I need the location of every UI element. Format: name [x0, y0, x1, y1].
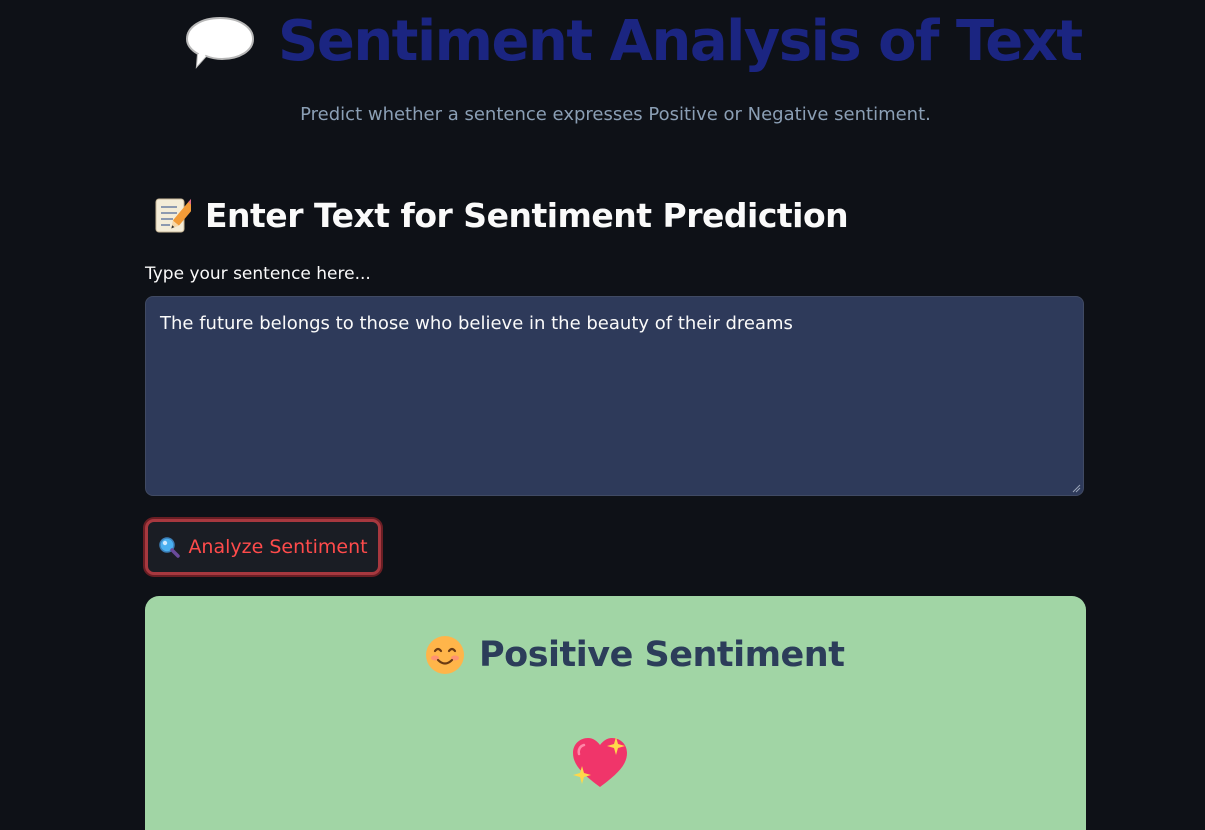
app-page: Sentiment Analysis of Text Predict wheth… — [0, 0, 1205, 830]
memo-icon — [155, 198, 191, 233]
speech-balloon-icon — [185, 16, 255, 69]
page-header: Sentiment Analysis of Text Predict wheth… — [0, 0, 1205, 150]
textarea-label: Type your sentence here... — [145, 264, 371, 284]
result-card: Positive Sentiment — [145, 596, 1086, 830]
result-heading: Positive Sentiment — [425, 630, 845, 680]
magnifying-glass-icon — [159, 537, 181, 558]
smiling-face-icon — [426, 636, 464, 674]
analyze-button-label: Analyze Sentiment — [188, 536, 368, 558]
section-title: Enter Text for Sentiment Prediction — [205, 195, 849, 235]
sentence-textarea[interactable]: The future belongs to those who believe … — [145, 296, 1084, 496]
page-title: Sentiment Analysis of Text — [278, 9, 1083, 74]
input-section: Enter Text for Sentiment Prediction Type… — [145, 190, 1086, 830]
sparkling-heart-icon — [573, 737, 627, 787]
page-subtitle: Predict whether a sentence expresses Pos… — [300, 104, 931, 125]
textarea-value: The future belongs to those who believe … — [160, 313, 793, 334]
title-row: Sentiment Analysis of Text — [184, 8, 1083, 76]
section-heading: Enter Text for Sentiment Prediction — [153, 190, 1086, 240]
result-title: Positive Sentiment — [479, 635, 845, 675]
resize-handle-icon[interactable] — [1071, 483, 1081, 493]
analyze-sentiment-button[interactable]: Analyze Sentiment — [145, 519, 381, 575]
